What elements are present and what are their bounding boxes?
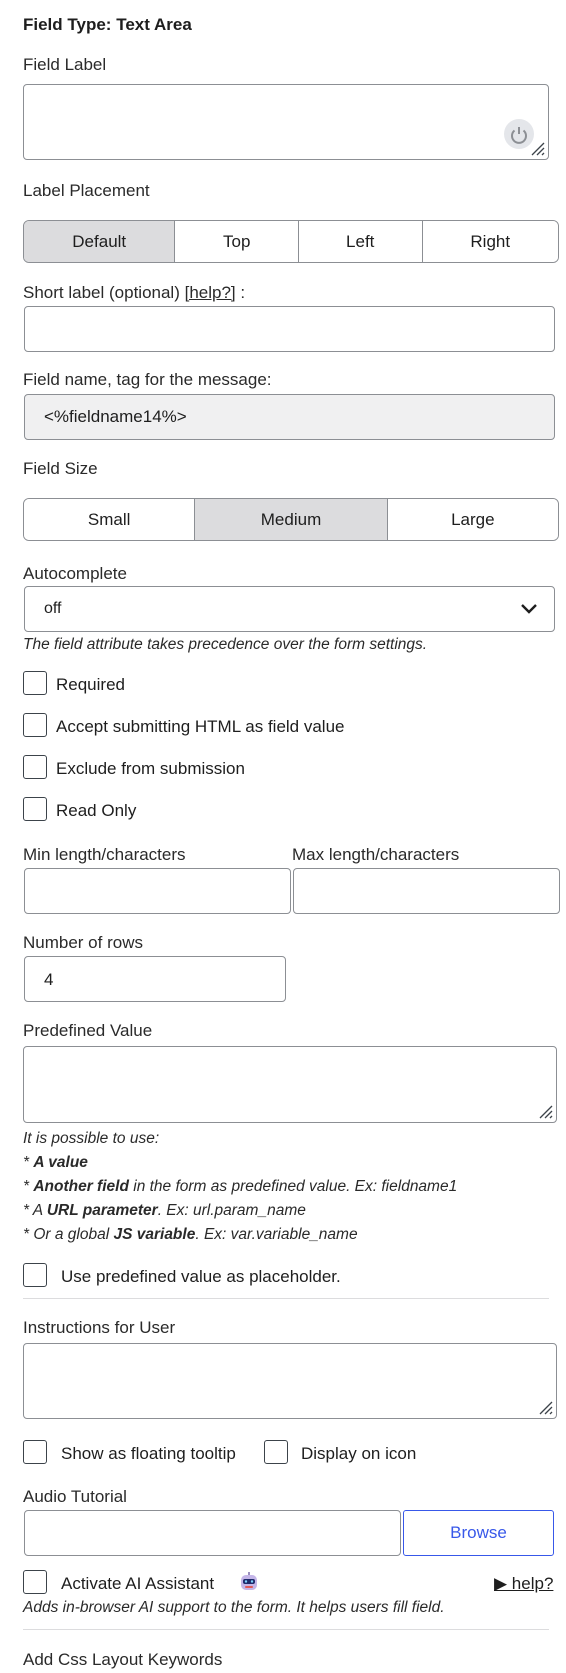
label-placement-segmented: Default Top Left Right <box>23 220 559 263</box>
max-length-input[interactable] <box>293 868 560 914</box>
ai-help-link[interactable]: ▶ help? <box>494 1574 553 1594</box>
field-name-input: <%fieldname14%> <box>24 394 555 440</box>
predefined-textarea[interactable] <box>23 1046 557 1123</box>
instructions-label: Instructions for User <box>23 1318 176 1337</box>
required-label: Required <box>56 675 125 694</box>
rows-label: Number of rows <box>23 933 143 952</box>
max-length-label: Max length/characters <box>292 845 460 864</box>
browse-button[interactable]: Browse <box>403 1510 554 1556</box>
field-name-value: <%fieldname14%> <box>44 407 187 426</box>
ai-note: Adds in-browser AI support to the form. … <box>23 1599 445 1616</box>
read-only-label: Read Only <box>56 801 137 820</box>
tooltip-checkbox[interactable] <box>23 1440 47 1464</box>
tooltip-label: Show as floating tooltip <box>61 1444 236 1463</box>
placeholder-label: Use predefined value as placeholder. <box>61 1267 341 1286</box>
placement-left-button[interactable]: Left <box>298 221 423 262</box>
resize-grip-icon[interactable] <box>525 136 545 156</box>
placement-top-button[interactable]: Top <box>175 221 299 262</box>
ai-label: Activate AI Assistant <box>61 1574 215 1593</box>
resize-grip-icon[interactable] <box>533 1395 553 1415</box>
short-label-suffix: : <box>235 283 246 302</box>
placement-right-button[interactable]: Right <box>422 221 558 262</box>
exclude-checkbox[interactable] <box>23 755 47 779</box>
predefined-help-intro: It is possible to use: <box>23 1130 160 1147</box>
short-label-help-link[interactable]: [help?] <box>185 283 236 302</box>
predefined-help-1: * A value <box>23 1154 88 1171</box>
autocomplete-label: Autocomplete <box>23 564 127 583</box>
rows-input[interactable]: 4 <box>24 956 286 1002</box>
min-length-input[interactable] <box>24 868 291 914</box>
divider <box>23 1629 549 1630</box>
predefined-label: Predefined Value <box>23 1021 153 1040</box>
placement-default-button[interactable]: Default <box>24 221 176 262</box>
predefined-help-2: * Another field in the form as predefine… <box>23 1178 458 1195</box>
robot-icon <box>241 1572 257 1590</box>
read-only-checkbox[interactable] <box>23 797 47 821</box>
divider <box>23 1298 549 1299</box>
required-checkbox[interactable] <box>23 671 47 695</box>
field-name-label: Field name, tag for the message: <box>23 370 272 389</box>
css-keywords-label: Add Css Layout Keywords <box>23 1650 223 1669</box>
placeholder-checkbox[interactable] <box>23 1263 47 1287</box>
short-label-input[interactable] <box>24 306 555 352</box>
icon-label: Display on icon <box>301 1444 417 1463</box>
accept-html-label: Accept submitting HTML as field value <box>56 717 345 736</box>
autocomplete-note: The field attribute takes precedence ove… <box>23 636 428 653</box>
size-medium-button[interactable]: Medium <box>195 499 388 540</box>
short-label-label: Short label (optional) [help?] : <box>23 283 245 303</box>
panel-title: Field Type: Text Area <box>23 15 192 34</box>
instructions-textarea[interactable] <box>23 1343 557 1419</box>
autocomplete-select[interactable]: off <box>24 586 555 632</box>
short-label-text: Short label (optional) <box>23 283 180 302</box>
field-size-label: Field Size <box>23 459 98 478</box>
autocomplete-value: off <box>44 600 62 617</box>
accept-html-checkbox[interactable] <box>23 713 47 737</box>
predefined-help-3: * A URL parameter. Ex: url.param_name <box>23 1202 306 1219</box>
resize-grip-icon[interactable] <box>533 1099 553 1119</box>
size-small-button[interactable]: Small <box>24 499 196 540</box>
exclude-label: Exclude from submission <box>56 759 245 778</box>
predefined-help-4: * Or a global JS variable. Ex: var.varia… <box>23 1226 358 1243</box>
field-label-label: Field Label <box>23 55 107 74</box>
min-length-label: Min length/characters <box>23 845 186 864</box>
label-placement-label: Label Placement <box>23 181 150 200</box>
chevron-down-icon <box>521 604 537 614</box>
ai-checkbox[interactable] <box>23 1570 47 1594</box>
audio-label: Audio Tutorial <box>23 1487 127 1506</box>
field-label-textarea[interactable] <box>23 84 549 160</box>
rows-value: 4 <box>44 970 54 989</box>
field-size-segmented: Small Medium Large <box>23 498 559 541</box>
size-large-button[interactable]: Large <box>387 499 558 540</box>
audio-input[interactable] <box>24 1510 401 1556</box>
icon-checkbox[interactable] <box>264 1440 288 1464</box>
